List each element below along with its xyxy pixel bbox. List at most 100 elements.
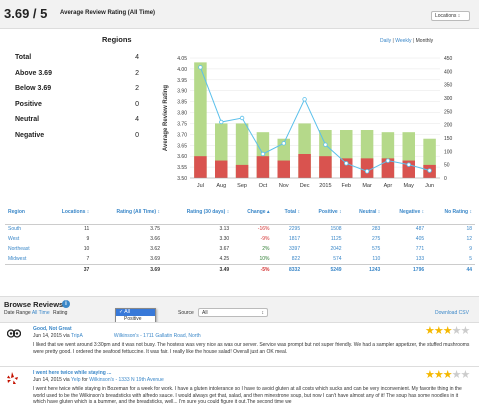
table-cell: -5% <box>232 263 273 275</box>
table-cell[interactable]: 12 <box>427 234 475 244</box>
filter-bar: Date Range All Time Rating <box>4 310 67 316</box>
column-header[interactable]: Rating (All Time) ↕ <box>92 200 163 225</box>
column-header[interactable]: Positive ↕ <box>303 200 345 225</box>
review-title[interactable]: Good, Not Great <box>33 326 72 332</box>
star-empty-icon: ★★ <box>451 369 471 381</box>
table-cell: 7 <box>86 255 90 262</box>
table-cell[interactable]: 9 <box>427 244 475 254</box>
y-tick-label: 3.80 <box>177 111 187 117</box>
table-cell: 3.75 <box>150 226 160 233</box>
summary-value: 0 <box>135 131 139 139</box>
chevron-updown-icon: ↕ <box>261 310 265 316</box>
region-link[interactable]: Midwest <box>5 254 45 264</box>
column-header[interactable]: Locations ↕ <box>44 200 93 225</box>
table-cell[interactable]: 574 <box>303 254 344 264</box>
summary-value: 2 <box>135 85 139 92</box>
review-card: Good, Not Great Jun 14, 2015 via TripA W… <box>0 322 479 366</box>
table-cell: 2% <box>262 246 270 252</box>
column-header[interactable]: Rating (30 days) ↕ <box>162 200 233 225</box>
y-tick-label: 3.50 <box>177 176 187 182</box>
review-location-link[interactable]: Wilkinson's - 1333 N 19th Avenue <box>89 377 164 383</box>
table-cell[interactable]: 283 <box>345 224 384 234</box>
summary-value: 4 <box>135 116 139 123</box>
table-cell[interactable]: 487 <box>383 224 427 234</box>
review-source-link[interactable]: Yelp <box>71 377 81 383</box>
source-label: Source <box>178 310 194 316</box>
column-header[interactable]: Negative ↕ <box>383 200 428 225</box>
x-tick-label: Jul <box>197 183 204 189</box>
table-cell[interactable]: 18 <box>427 224 475 234</box>
y2-tick-label: 200 <box>444 123 453 129</box>
region-link[interactable]: South <box>5 224 45 234</box>
table-cell: 3.66 <box>150 236 160 242</box>
locations-select[interactable]: Locations ↕ <box>431 11 470 21</box>
y2-tick-label: 0 <box>444 176 447 182</box>
line-point <box>198 65 203 70</box>
table-cell: -9% <box>260 236 270 242</box>
range-links: Daily | Weekly | Monthly <box>380 38 433 44</box>
review-location-link[interactable]: Wilkinson's - 1711 Gallatin Road, North <box>114 333 201 339</box>
line-point <box>302 97 307 102</box>
column-header[interactable]: Total ↕ <box>272 200 304 225</box>
summary-label: Below 3.69 <box>15 85 52 92</box>
table-cell: 3.67 <box>219 246 230 252</box>
column-header[interactable]: Change ▴ <box>232 200 273 225</box>
table-cell[interactable]: 575 <box>345 244 384 254</box>
table-cell <box>5 263 45 275</box>
table-cell: 3.62 <box>150 246 160 252</box>
table-cell[interactable]: 133 <box>383 254 427 264</box>
table-cell: 3.69 <box>150 255 160 262</box>
summary-value: 0 <box>135 100 139 108</box>
yelp-icon <box>7 372 18 384</box>
table-cell[interactable]: 110 <box>345 254 384 264</box>
summary-value: 4 <box>135 54 139 61</box>
bar-red <box>256 156 270 178</box>
summary-value: 2 <box>135 69 139 77</box>
rating-chart: 3.50 3.55 3.60 3.65 3.70 3.75 3.80 3.85 3.90 3.95… <box>163 56 453 189</box>
review-title[interactable]: I went here twice while staying ... <box>33 370 111 376</box>
column-header[interactable]: Region <box>5 200 45 225</box>
date-range-value[interactable]: All Time <box>32 310 50 316</box>
table-cell[interactable]: 3397 <box>272 244 303 254</box>
table-cell: 8332 <box>272 263 304 275</box>
daily-link[interactable]: Daily <box>380 38 391 44</box>
table-cell[interactable]: 2042 <box>303 244 344 254</box>
line-point <box>281 141 286 146</box>
table-cell[interactable]: 1125 <box>303 234 344 244</box>
column-header[interactable]: Neutral ↕ <box>344 200 384 225</box>
table-cell[interactable]: 1508 <box>303 224 344 234</box>
table-cell[interactable]: 405 <box>383 234 427 244</box>
summary-label: Above 3.69 <box>15 69 52 77</box>
weekly-link[interactable]: Weekly <box>395 38 411 44</box>
summary-label: Neutral <box>15 116 40 123</box>
region-link[interactable]: West <box>5 234 45 244</box>
bar-red <box>319 156 332 178</box>
table-cell[interactable]: 275 <box>345 234 384 244</box>
y-tick-label: 3.60 <box>177 154 187 160</box>
y-tick-label: 4.00 <box>177 67 187 73</box>
table-cell[interactable]: 5 <box>427 254 475 264</box>
review-text: I went here twice while staying in Bozem… <box>33 386 462 405</box>
range-separator: | <box>392 38 394 44</box>
x-tick-label: Dec <box>300 183 310 189</box>
source-select[interactable]: All ↕ <box>198 308 268 317</box>
download-csv-link[interactable]: Download CSV <box>435 310 469 316</box>
table-cell[interactable]: 2295 <box>272 224 303 234</box>
summary-label: Negative <box>15 131 45 139</box>
table-cell: -16% <box>257 226 270 233</box>
table-cell[interactable]: 822 <box>272 254 303 264</box>
bar-red <box>194 156 207 178</box>
line-point <box>385 158 391 163</box>
review-source-link[interactable]: TripA <box>71 333 82 339</box>
table-cell[interactable]: 771 <box>383 244 427 254</box>
range-separator: | <box>412 38 415 44</box>
table-cell: 1796 <box>383 263 428 275</box>
table-cell[interactable]: 1817 <box>272 234 303 244</box>
region-link[interactable]: Northeast <box>5 244 45 254</box>
column-header[interactable]: No Rating ↕ <box>427 200 475 225</box>
table-total-row: 37 3.69 3.49 -5% 8332 5249 1243 1796 44 <box>5 263 475 275</box>
monthly-link[interactable]: Monthly <box>416 38 434 44</box>
y-tick-label: 3.55 <box>177 165 187 171</box>
info-icon[interactable]: i <box>62 300 70 308</box>
x-tick-label: Apr <box>384 183 393 189</box>
